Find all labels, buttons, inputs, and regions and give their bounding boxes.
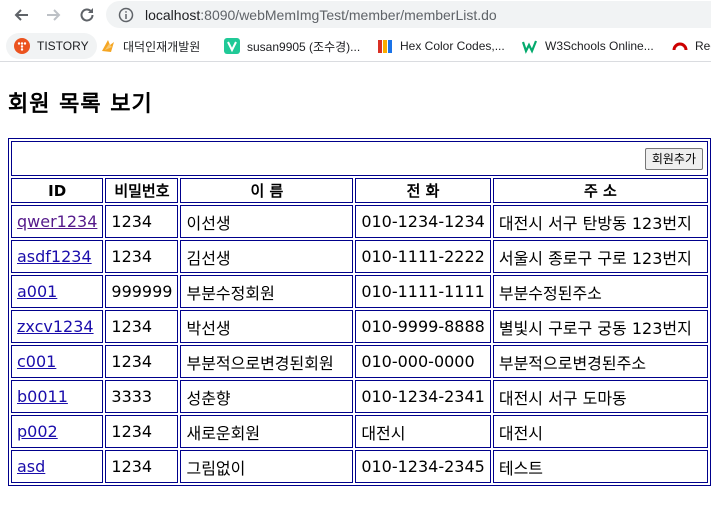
reload-button[interactable] [75,3,99,27]
cell-id: asdf1234 [11,240,104,273]
w3schools-icon [522,38,538,54]
bookmark-label: 대덕인재개발원 [123,39,201,54]
cell-password: 1234 [105,205,179,238]
table-header-row: ID 비밀번호 이 름 전 화 주 소 [11,178,708,203]
table-action-row: 회원추가 [11,141,708,176]
cell-address: 대전시 서구 탄방동 123번지 [492,205,708,238]
cell-name: 김선생 [180,240,354,273]
cell-phone: 010-1234-1234 [355,205,491,238]
cell-phone: 대전시 [355,415,491,448]
cell-id: a001 [11,275,104,308]
forward-arrow-icon [47,9,61,21]
member-id-link[interactable]: p002 [17,422,58,441]
cell-address: 테스트 [492,450,708,483]
bookmark-hex-colors[interactable]: Hex Color Codes,... [377,33,505,59]
cell-phone: 010-1111-2222 [355,240,491,273]
cell-name: 새로운회원 [180,415,354,448]
member-id-link[interactable]: qwer1234 [17,212,97,231]
back-arrow-icon [14,9,28,21]
cell-password: 1234 [105,345,179,378]
url-text: localhost:8090/webMemImgTest/member/memb… [145,7,497,23]
bookmark-ddit[interactable]: 대덕인재개발원 [100,33,200,59]
member-id-link[interactable]: zxcv1234 [17,317,94,336]
cell-phone: 010-000-0000 [355,345,491,378]
cell-password: 1234 [105,240,179,273]
bookmark-red[interactable]: Red [672,33,711,59]
header-id: ID [11,178,104,203]
cell-id: p002 [11,415,104,448]
table-row: asdf1234 1234 김선생 010-1111-2222 서울시 종로구 … [11,240,708,273]
header-phone: 전 화 [355,178,491,203]
bookmark-label: Red [695,39,711,53]
bookmark-velog[interactable]: susan9905 (조수경)... [224,33,360,59]
forward-button[interactable] [42,3,66,27]
cell-name: 그림없이 [180,450,354,483]
hex-color-icon [377,38,393,54]
table-row: asd 1234 그림없이 010-1234-2345 테스트 [11,450,708,483]
cell-phone: 010-1111-1111 [355,275,491,308]
member-id-link[interactable]: b0011 [17,387,68,406]
cell-password: 1234 [105,310,179,343]
red-icon [672,38,688,54]
reload-icon [80,8,94,22]
cell-id: c001 [11,345,104,378]
member-table: 회원추가 ID 비밀번호 이 름 전 화 주 소 qwer1234 1234 이… [8,138,711,486]
ddit-icon [100,38,116,54]
header-name: 이 름 [180,178,354,203]
table-row: c001 1234 부분적으로변경된회원 010-000-0000 부분적으로변… [11,345,708,378]
cell-phone: 010-1234-2345 [355,450,491,483]
cell-name: 이선생 [180,205,354,238]
bookmark-label: W3Schools Online... [545,39,654,53]
url-path: :8090/webMemImgTest/member/memberList.do [200,6,497,23]
member-id-link[interactable]: asdf1234 [17,247,92,266]
bookmark-label: TISTORY [37,39,89,53]
cell-password: 3333 [105,380,179,413]
cell-password: 1234 [105,415,179,448]
address-bar[interactable]: localhost:8090/webMemImgTest/member/memb… [106,1,711,28]
cell-password: 1234 [105,450,179,483]
cell-address: 부분적으로변경된주소 [492,345,708,378]
cell-address: 대전시 서구 도마동 [492,380,708,413]
cell-address: 부분수정된주소 [492,275,708,308]
tistory-icon [14,38,30,54]
cell-address: 서울시 종로구 구로 123번지 [492,240,708,273]
action-cell: 회원추가 [11,141,708,176]
cell-id: asd [11,450,104,483]
cell-name: 부분수정회원 [180,275,354,308]
bookmark-tistory[interactable]: TISTORY [6,33,97,59]
member-id-link[interactable]: a001 [17,282,57,301]
table-row: zxcv1234 1234 박선생 010-9999-8888 별빛시 구로구 … [11,310,708,343]
bookmark-w3schools[interactable]: W3Schools Online... [522,33,654,59]
cell-address: 별빛시 구로구 궁동 123번지 [492,310,708,343]
table-row: a001 999999 부분수정회원 010-1111-1111 부분수정된주소 [11,275,708,308]
table-row: b0011 3333 성춘향 010-1234-2341 대전시 서구 도마동 [11,380,708,413]
back-button[interactable] [9,3,33,27]
member-id-link[interactable]: asd [17,457,45,476]
browser-toolbar: localhost:8090/webMemImgTest/member/memb… [0,0,711,30]
velog-icon [224,38,240,54]
bookmark-label: susan9905 (조수경)... [247,39,361,54]
cell-password: 999999 [105,275,179,308]
cell-name: 박선생 [180,310,354,343]
cell-address: 대전시 [492,415,708,448]
page-title: 회원 목록 보기 [8,92,153,117]
cell-id: b0011 [11,380,104,413]
header-address: 주 소 [492,178,708,203]
cell-id: qwer1234 [11,205,104,238]
bookmarks-bar: TISTORY 대덕인재개발원 susan9905 (조수경)... Hex C… [0,30,711,62]
table-row: p002 1234 새로운회원 대전시 대전시 [11,415,708,448]
info-icon[interactable] [118,7,134,23]
bookmark-label: Hex Color Codes,... [400,39,505,53]
cell-name: 부분적으로변경된회원 [180,345,354,378]
cell-phone: 010-1234-2341 [355,380,491,413]
cell-phone: 010-9999-8888 [355,310,491,343]
table-row: qwer1234 1234 이선생 010-1234-1234 대전시 서구 탄… [11,205,708,238]
member-id-link[interactable]: c001 [17,352,56,371]
header-password: 비밀번호 [105,178,179,203]
cell-id: zxcv1234 [11,310,104,343]
url-host: localhost [145,6,201,23]
cell-name: 성춘향 [180,380,354,413]
add-member-button[interactable]: 회원추가 [644,147,703,170]
